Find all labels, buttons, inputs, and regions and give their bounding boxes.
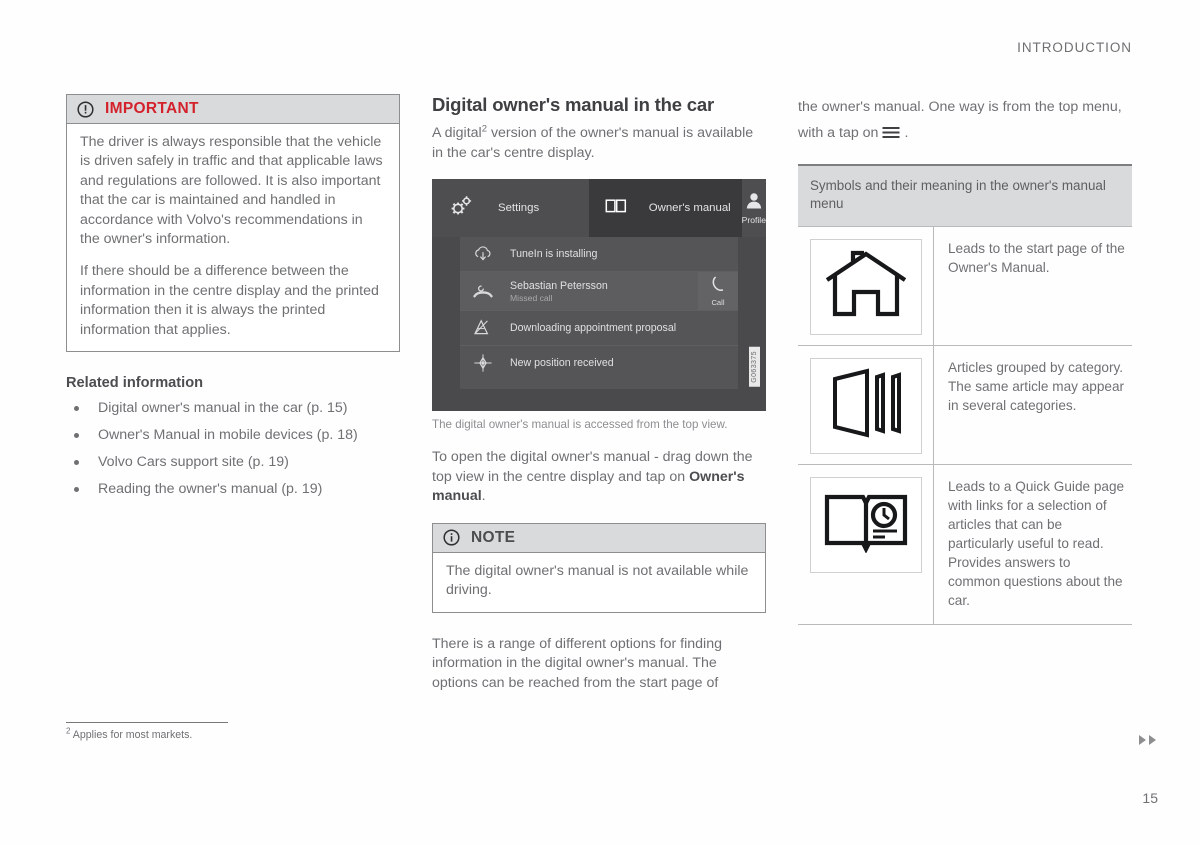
column-middle: Digital owner's manual in the car A digi… [432,94,766,710]
circle-info-icon [443,529,460,547]
notification-title: Sebastian Petersson [510,279,608,292]
notification-title: New position received [510,357,614,370]
related-link-label: Volvo Cars support site (p. 19) [98,454,289,471]
table-cell-icon [798,464,934,624]
list-item[interactable]: Digital owner's manual in the car (p. 15… [66,399,400,418]
profile-person-icon [745,192,763,214]
table-row: Articles grouped by category. The same a… [798,344,1132,464]
tab-settings-label: Settings [498,202,540,215]
note-box: NOTE The digital owner's manual is not a… [432,522,766,613]
tab-profile[interactable]: Profile [741,179,766,238]
tab-settings[interactable]: Settings [432,179,589,238]
tab-profile-label: Profile [741,214,766,225]
footnote-body: Applies for most markets. [70,729,193,741]
table-row: Leads to the start page of the Owner's M… [798,225,1132,345]
phone-handset-icon [711,276,725,297]
list-item[interactable]: Sebastian Petersson Missed call Call [460,272,738,312]
column-right: the owner's manual. One way is from the … [798,94,1132,625]
table-cell-icon [798,226,934,345]
intro-paragraph: A digital2 version of the owner's manual… [432,124,766,163]
notification-text: Downloading appointment proposal [510,322,676,334]
note-box-body: The digital owner's manual is not availa… [433,553,765,612]
related-link-label: Digital owner's manual in the car (p. 15… [98,400,348,417]
important-box-body: The driver is always responsible that th… [67,124,399,351]
symbols-table-header: Symbols and their meaning in the owner's… [798,166,1132,226]
note-paragraph: The digital owner's manual is not availa… [446,562,749,599]
important-box-title: IMPORTANT [105,100,199,117]
footnote-rule [66,722,228,723]
note-box-header: NOTE [433,523,765,553]
important-paragraph: If there should be a difference between … [80,263,379,338]
missed-call-icon [472,280,494,302]
list-item[interactable]: Volvo Cars support site (p. 19) [66,453,400,472]
table-cell-description: Leads to a Quick Guide page with links f… [948,478,1125,608]
icon-frame [809,476,922,573]
column-left: IMPORTANT The driver is always responsib… [66,94,400,499]
continued-text-end: . [904,125,909,141]
notification-title: Downloading appointment proposal [510,322,677,335]
continued-paragraph: the owner's manual. One way is from the … [798,94,1132,148]
tab-owners-manual-label: Owner's manual [648,202,731,215]
related-link-label: Owner's Manual in mobile devices (p. 18) [98,427,358,444]
table-row: Leads to a Quick Guide page with links f… [798,463,1132,624]
important-paragraph: The driver is always responsible that th… [80,134,383,248]
list-item[interactable]: Reading the owner's manual (p. 19) [66,480,400,499]
notification-text: TuneIn is installing [510,248,597,260]
centre-display-tabbar: Settings Owner's manual Profile [432,179,766,238]
open-book-icon [605,197,627,220]
cloud-download-icon [472,243,494,265]
running-header: INTRODUCTION [1017,40,1132,55]
quick-guide-book-clock-icon [823,491,909,558]
call-button[interactable]: Call [698,272,738,311]
related-link-label: Reading the owner's manual (p. 19) [98,481,323,498]
centre-display-figure: Settings Owner's manual Profile TuneIn i… [432,179,766,412]
notification-text: Sebastian Petersson Missed call [510,280,608,303]
instruction-text-after: . [481,488,486,505]
call-button-label: Call [711,297,725,307]
instruction-paragraph: To open the digital owner's manual - dra… [432,448,766,507]
related-information-list: Digital owner's manual in the car (p. 15… [66,399,400,499]
compass-position-icon [472,352,494,374]
list-item[interactable]: Downloading appointment proposal [460,311,738,347]
notification-subtitle: Missed call [510,292,553,303]
hamburger-menu-icon [881,122,901,148]
notification-list: TuneIn is installing Sebastian Petersson… [460,237,738,390]
footnote-text: 2 Applies for most markets. [66,727,386,741]
related-information-heading: Related information [66,375,204,392]
page-number: 15 [1142,790,1158,806]
intro-text-before: A digital [432,125,482,141]
options-paragraph: There is a range of different options fo… [432,635,722,691]
continued-text: the owner's manual. One way is from the … [798,99,1122,141]
notification-text: New position received [510,357,614,369]
figure-watermark: G063375 [749,347,760,388]
table-cell-description: Articles grouped by category. The same a… [948,359,1125,413]
list-item[interactable]: TuneIn is installing [460,237,738,273]
tab-owners-manual[interactable]: Owner's manual [588,179,742,238]
gears-icon [449,195,473,222]
page-title: Digital owner's manual in the car [432,94,715,115]
house-icon [824,249,908,324]
circle-exclamation-icon [77,100,94,118]
list-item[interactable]: Owner's Manual in mobile devices (p. 18) [66,426,400,445]
notification-title: TuneIn is installing [510,248,598,261]
double-right-arrow-icon [1138,734,1160,746]
important-box-header: IMPORTANT [67,95,399,124]
categories-panels-icon [827,367,905,444]
symbols-table: Symbols and their meaning in the owner's… [798,164,1132,625]
footnote: 2 Applies for most markets. [66,722,386,741]
figure-caption: The digital owner's manual is accessed f… [432,418,728,432]
calendar-download-icon [472,317,494,339]
icon-frame [809,238,922,335]
manual-page: INTRODUCTION IMPORTANT The driver is alw… [0,0,1200,845]
table-cell-icon [798,345,934,464]
table-cell-description: Leads to the start page of the Owner's M… [948,240,1125,275]
list-item[interactable]: New position received [460,346,738,380]
icon-frame [809,357,922,454]
note-box-title: NOTE [471,528,516,546]
important-box: IMPORTANT The driver is always responsib… [66,94,400,353]
